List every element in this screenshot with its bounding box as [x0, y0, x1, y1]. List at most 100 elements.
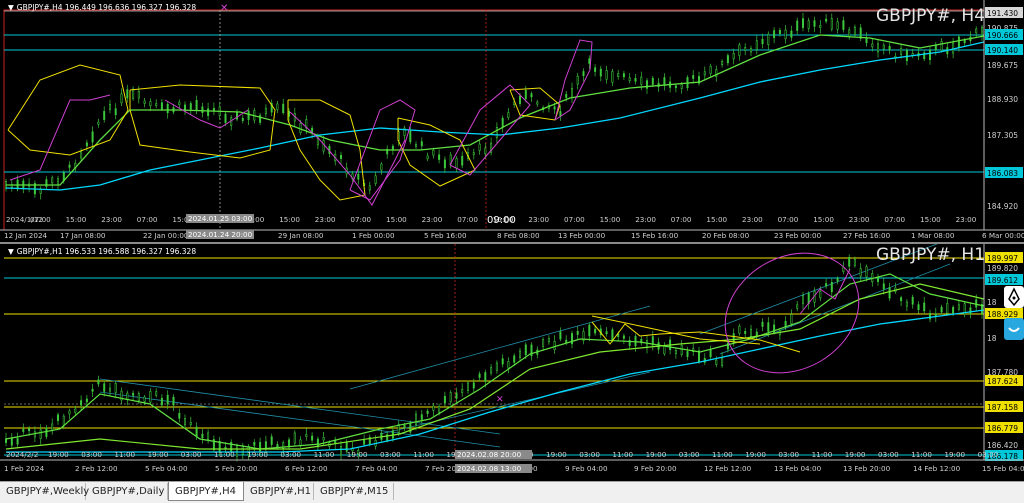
h4-candle: [443, 159, 446, 169]
h1-candle: [495, 362, 498, 371]
h4-candle: [784, 29, 787, 40]
h1-candle: [553, 341, 556, 351]
h4-watermark-title: GBPJPY#, H4: [876, 6, 986, 26]
h1-candle: [241, 445, 244, 455]
tab-gbpjpy-daily[interactable]: GBPJPY#,Daily: [86, 483, 168, 500]
h1-candle: [830, 281, 833, 293]
h4-yellow-shape: [287, 99, 366, 201]
h1-candle: [143, 396, 146, 402]
h1-session-label: 03:00: [778, 450, 799, 459]
h1-price-label: 189.612: [987, 276, 1018, 285]
h4-magenta-line: [9, 94, 111, 181]
h1-chart-pane[interactable]: ✕ 189.997 189.820 189.612 18 188.929 18 187.780…: [0, 244, 1024, 481]
h1-session-label: 03:00: [81, 450, 102, 459]
h4-candle: [524, 90, 527, 100]
h1-candle: [588, 324, 591, 337]
h4-time-label: 15 Feb 16:00: [631, 231, 679, 240]
h1-candle: [449, 392, 452, 403]
h4-candle: [553, 106, 556, 110]
h1-session-label: 11:00: [214, 450, 235, 459]
h1-candle: [524, 344, 527, 356]
h1-candle: [570, 333, 573, 345]
h4-candle: [882, 44, 885, 50]
h4-candle: [374, 175, 377, 184]
h1-candle: [975, 299, 978, 308]
h1-crosshair-box-top: 2024.02.08 20:00: [457, 450, 522, 459]
h4-price-label: 188.930: [987, 95, 1018, 104]
h4-candle: [773, 30, 776, 39]
h1-candle: [680, 345, 683, 356]
h1-candle: [674, 350, 677, 354]
h1-candle: [33, 431, 36, 438]
h4-candle: [501, 117, 504, 128]
h1-session-label: 11:00: [114, 450, 135, 459]
h4-start-label: 2024/1/12: [6, 215, 43, 224]
h1-session-label: 11:00: [314, 450, 335, 459]
h1-candle: [103, 383, 106, 392]
h4-chart-canvas[interactable]: ✕ 191.430190.875190.666190.140189.675188.…: [0, 0, 1024, 242]
h1-candle: [62, 415, 65, 426]
h4-candle: [91, 131, 94, 143]
h1-price-label: 18: [987, 334, 997, 343]
h1-candle: [917, 304, 920, 310]
h1-candle: [484, 372, 487, 382]
h4-time-label: 27 Feb 16:00: [843, 231, 891, 240]
h1-candle: [853, 259, 856, 266]
h1-session-label: 11:00: [413, 450, 434, 459]
h4-candle: [848, 29, 851, 37]
h4-candle: [865, 37, 868, 44]
h4-candle: [905, 49, 908, 62]
h4-candle: [536, 101, 539, 105]
tab-gbpjpy-m15[interactable]: GBPJPY#,M15: [314, 483, 394, 500]
h1-candle: [622, 335, 625, 339]
h4-candle: [663, 77, 666, 86]
h1-chart-canvas[interactable]: ✕189.997189.820189.61218188.92918187.780…: [0, 244, 1024, 481]
h4-price-label: 184.920: [987, 202, 1018, 211]
h1-candle: [865, 266, 868, 278]
h4-candle: [287, 110, 290, 117]
h1-candle: [339, 446, 342, 456]
h4-chart-pane[interactable]: ✕ 191.430 190.875 190.666 190.140 189.675 188.…: [0, 0, 1024, 242]
h1-session-label: 19:00: [148, 450, 169, 459]
h1-candle: [547, 338, 550, 343]
h4-candle: [455, 158, 458, 169]
h1-green-ma: [5, 273, 985, 450]
h4-candle: [767, 33, 770, 45]
tab-gbpjpy-h1[interactable]: GBPJPY#,H1: [244, 483, 314, 500]
h4-session-label: 15:00: [386, 215, 407, 224]
h1-price-label: 187.158: [987, 403, 1018, 412]
h4-candle: [241, 118, 244, 121]
h1-time-label: 13 Feb 20:00: [843, 464, 891, 473]
h4-candle: [160, 102, 163, 110]
smile-icon[interactable]: [1004, 318, 1024, 340]
h4-candle: [622, 73, 625, 78]
h1-candle: [311, 435, 314, 441]
h1-price-label: 186.420: [987, 441, 1018, 450]
h1-candle: [905, 301, 908, 307]
h4-candle: [68, 164, 71, 168]
h4-candle: [963, 39, 966, 44]
h1-candle: [132, 392, 135, 396]
h4-candle: [380, 163, 383, 171]
h4-candle: [282, 103, 285, 113]
h4-session-label: 23:00: [528, 215, 549, 224]
tab-gbpjpy-h4[interactable]: GBPJPY#,H4: [168, 482, 244, 501]
h1-time-label: 9 Feb 20:00: [634, 464, 677, 473]
h4-session-label: 23:00: [956, 215, 977, 224]
h4-candle: [634, 78, 637, 82]
h4-session-label: 07:00: [884, 215, 905, 224]
h1-candle: [848, 257, 851, 267]
h1-session-label: 11:00: [911, 450, 932, 459]
pen-tool-icon[interactable]: [1004, 286, 1024, 308]
h1-session-label: 19:00: [845, 450, 866, 459]
h1-candle: [801, 295, 804, 304]
h1-crosshair-box-bottom: 2024.02.08 13:00: [457, 464, 522, 473]
h1-candle: [923, 302, 926, 312]
h1-candle: [45, 427, 48, 437]
h1-candle: [836, 278, 839, 282]
h1-candle: [594, 328, 597, 334]
tab-gbpjpy-weekly[interactable]: GBPJPY#,Weekly: [0, 483, 89, 500]
h4-candle: [97, 121, 100, 125]
h1-candle: [189, 422, 192, 426]
h4-candle: [732, 52, 735, 60]
